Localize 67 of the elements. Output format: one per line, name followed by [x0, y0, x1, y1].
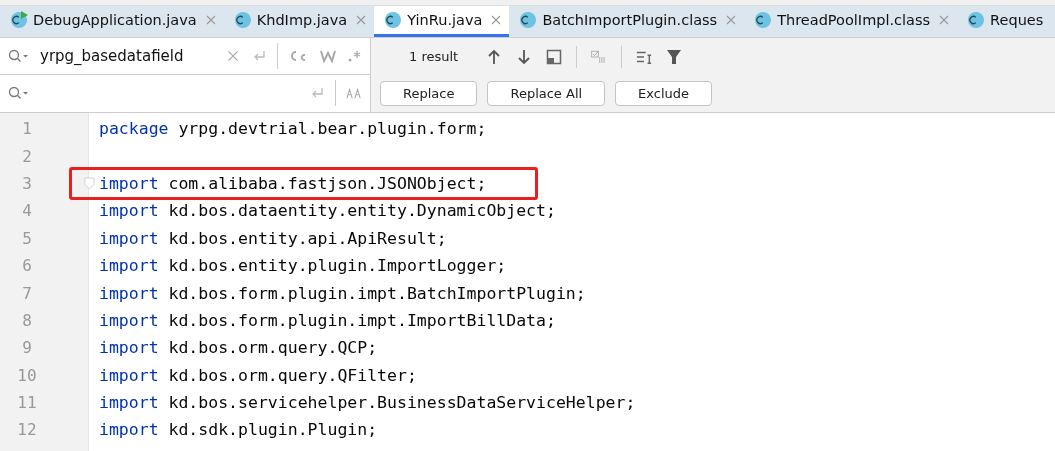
line-number: 7 [21, 283, 33, 303]
class-icon [967, 11, 986, 29]
code-keyword: import [99, 338, 159, 358]
code-text: yrpg.devtrial.bear.plugin.form; [178, 119, 487, 139]
code-text: kd.bos.entity.plugin.ImportLogger; [168, 256, 507, 276]
close-icon[interactable] [726, 15, 737, 25]
close-icon[interactable] [356, 15, 367, 25]
editor-tab[interactable]: KhdImp.java [223, 6, 375, 37]
code-text: kd.bos.entity.api.ApiResult; [168, 228, 447, 248]
code-text: kd.bos.orm.query.QFilter; [168, 365, 417, 385]
class-icon [233, 11, 252, 29]
select-all-icon[interactable] [546, 48, 563, 65]
code-keyword: import [99, 310, 159, 330]
line-number: 6 [21, 256, 33, 276]
class-icon [519, 11, 538, 29]
preserve-case-icon[interactable] [346, 86, 362, 100]
code-keyword: import [99, 420, 159, 440]
line-number: 5 [21, 228, 33, 248]
editor-tab[interactable]: YinRu.java [374, 6, 510, 37]
code-keyword: import [99, 365, 159, 385]
line-number: 1 [21, 119, 33, 139]
class-icon [384, 11, 403, 29]
fold-icon[interactable] [84, 176, 95, 190]
close-icon[interactable] [491, 15, 502, 25]
code-keyword: import [99, 201, 159, 221]
line-number: 3 [21, 173, 33, 193]
code-text: kd.bos.servicehelper.BusinessDataServiceHelper; [168, 393, 636, 413]
search-icon[interactable] [8, 48, 30, 64]
line-number: 4 [21, 201, 33, 221]
search-field[interactable]: yrpg_basedatafield [40, 47, 215, 65]
code-keyword: import [99, 393, 159, 413]
line-number: 12 [16, 420, 38, 440]
code-text: kd.bos.orm.query.QCP; [168, 338, 378, 358]
code-text: kd.bos.form.plugin.impt.ImportBillData; [168, 310, 556, 330]
filter-icon[interactable] [666, 48, 683, 65]
line-number: 2 [21, 146, 33, 166]
editor-tab[interactable]: DebugApplication.java [0, 6, 224, 37]
close-icon[interactable] [205, 15, 216, 25]
code-keyword: import [99, 228, 159, 248]
line-number: 8 [21, 310, 33, 330]
code-text: kd.bos.dataentity.entity.DynamicObject; [168, 201, 556, 221]
checkbox-list-icon[interactable] [591, 48, 608, 65]
replace-button[interactable]: Replace [380, 81, 478, 106]
clear-icon[interactable] [225, 49, 241, 63]
code-text: com.alibaba.fastjson.JSONObject; [168, 173, 487, 193]
editor-tab[interactable]: Reques [957, 6, 1052, 37]
editor-tab[interactable]: ThreadPoolImpl.class [744, 6, 958, 37]
words-icon[interactable] [320, 49, 336, 63]
line-number: 10 [16, 365, 38, 385]
line-number: 11 [16, 393, 38, 413]
regex-icon[interactable] [346, 49, 362, 63]
code-keyword: import [99, 173, 159, 193]
editor-tab[interactable]: BatchImportPlugin.class [509, 6, 745, 37]
arrow-down-icon[interactable] [516, 48, 533, 65]
code-text: kd.sdk.plugin.Plugin; [168, 420, 378, 440]
code-text: kd.bos.form.plugin.impt.BatchImportPlugin; [168, 283, 586, 303]
code-keyword: package [99, 119, 169, 139]
result-count: 1 result [409, 49, 459, 64]
code-keyword: import [99, 283, 159, 303]
replace-button[interactable]: Exclude [615, 81, 713, 106]
class-run-icon [10, 11, 28, 29]
search-icon[interactable] [8, 85, 30, 101]
line-number: 9 [21, 338, 33, 358]
class-icon [754, 11, 773, 29]
code-keyword: import [99, 256, 159, 276]
close-icon[interactable] [939, 15, 950, 25]
replace-button[interactable]: Replace All [487, 81, 606, 106]
